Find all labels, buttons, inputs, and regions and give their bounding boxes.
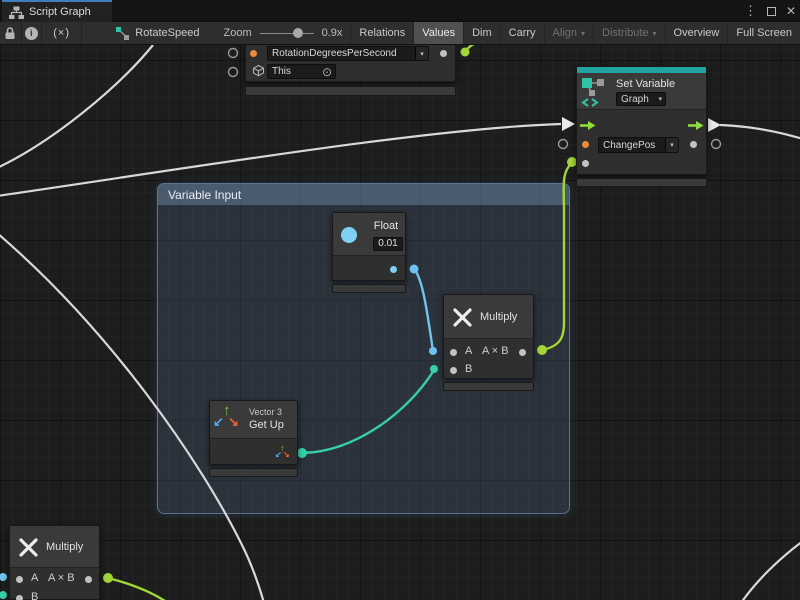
input-port-b[interactable] — [450, 367, 457, 374]
zoom-control: Zoom 0.9x — [223, 22, 342, 44]
down-left-arrow-icon: ↙ — [275, 450, 282, 459]
node-get-variable[interactable]: RotationDegreesPerSecond ▾ This ⊙ — [245, 45, 456, 82]
menu-kebab-icon[interactable]: ⋮ — [744, 3, 757, 19]
target-object-field[interactable]: This ⊙ — [267, 64, 336, 79]
node-footer — [209, 468, 298, 477]
set-variable-icon — [581, 76, 607, 107]
zoom-slider[interactable] — [260, 28, 314, 38]
port-b-label: B — [465, 363, 472, 375]
down-right-arrow-icon: ↘ — [283, 450, 290, 459]
zoom-label: Zoom — [223, 27, 251, 39]
output-port[interactable] — [519, 349, 526, 356]
type-label: Vector 3 — [249, 407, 282, 417]
graph-toolbar: i (×) RotateSpeed Zoom 0.9x Relations Va… — [0, 22, 800, 45]
lock-button[interactable] — [0, 22, 22, 44]
node-footer — [576, 178, 707, 187]
port-a-label: A — [465, 345, 472, 357]
graph-name: RotateSpeed — [135, 27, 199, 39]
input-port-a[interactable] — [450, 349, 457, 356]
target-object-value: This — [268, 66, 322, 77]
input-port-a[interactable] — [16, 576, 23, 583]
variable-kind-dot[interactable] — [582, 141, 589, 148]
node-title: Multiply — [480, 311, 517, 323]
info-icon: i — [25, 27, 38, 40]
multiply-icon — [18, 537, 39, 558]
view-buttons: Relations Values Dim Carry Align▾ Distri… — [350, 22, 800, 44]
zoom-value: 0.9x — [322, 27, 343, 39]
node-footer — [245, 86, 456, 96]
tab-bar: Script Graph ⋮ ✕ — [0, 0, 800, 22]
float-type-icon — [341, 227, 357, 243]
float-value-field[interactable]: 0.01 — [373, 237, 403, 251]
result-label: A × B — [48, 572, 75, 584]
port-a-label: A — [31, 572, 38, 584]
node-title: Get Up — [249, 419, 284, 431]
multiply-icon — [452, 307, 473, 328]
chevron-down-icon: ▾ — [658, 95, 665, 103]
button-relations[interactable]: Relations — [350, 22, 413, 44]
variable-name-dropdown[interactable]: ChangePos ▾ — [598, 137, 679, 153]
node-float-literal[interactable]: Float 0.01 — [332, 212, 406, 281]
tab-title: Script Graph — [29, 6, 91, 18]
group-header[interactable]: Variable Input — [158, 184, 569, 205]
variable-name: RotationDegreesPerSecond — [268, 48, 415, 59]
down-left-arrow-icon: ↙ — [213, 414, 224, 430]
button-dim[interactable]: Dim — [463, 22, 500, 44]
script-graph-window: Variable Input — [0, 0, 800, 600]
button-distribute[interactable]: Distribute▾ — [593, 22, 664, 44]
code-preview-button[interactable]: (×) — [42, 22, 82, 44]
script-graph-icon — [9, 6, 24, 19]
info-button[interactable]: i — [22, 22, 42, 44]
button-align[interactable]: Align▾ — [544, 22, 593, 44]
input-port-b[interactable] — [16, 595, 23, 600]
variable-name-dropdown[interactable]: RotationDegreesPerSecond ▾ — [267, 46, 429, 61]
node-title: Set Variable — [616, 78, 675, 90]
variable-scope-dropdown[interactable]: Graph ▾ — [616, 92, 666, 106]
down-right-arrow-icon: ↘ — [228, 414, 239, 430]
close-icon[interactable]: ✕ — [786, 4, 796, 18]
tab-script-graph[interactable]: Script Graph — [2, 0, 112, 22]
node-multiply[interactable]: Multiply A A × B B — [9, 525, 100, 600]
button-full-screen[interactable]: Full Screen — [727, 22, 800, 44]
result-label: A × B — [482, 345, 509, 357]
value-input-port[interactable] — [582, 160, 589, 167]
zoom-slider-handle[interactable] — [293, 28, 303, 38]
object-picker-icon[interactable]: ⊙ — [322, 65, 335, 79]
button-overview[interactable]: Overview — [665, 22, 728, 44]
group-title: Variable Input — [168, 188, 241, 202]
node-title: Float — [371, 220, 401, 232]
value-output-port[interactable] — [390, 266, 397, 273]
node-multiply[interactable]: Multiply A A × B B — [443, 294, 534, 379]
value-output-port[interactable] — [690, 141, 697, 148]
gameobject-cube-icon — [252, 64, 265, 77]
graph-breadcrumb[interactable]: RotateSpeed — [116, 22, 199, 44]
node-vector3-get-up[interactable]: ↑ ↙ ↘ Vector 3 Get Up ↑ ↙ ↘ — [209, 400, 298, 465]
chevron-down-icon: ▾ — [653, 29, 657, 38]
lock-icon — [4, 26, 16, 40]
variable-name: ChangePos — [599, 140, 665, 151]
scope-value: Graph — [617, 94, 658, 105]
node-title: Multiply — [46, 541, 83, 553]
chevron-down-icon[interactable]: ▾ — [665, 138, 678, 152]
value-output-port[interactable] — [440, 50, 447, 57]
node-footer — [332, 284, 406, 293]
zoom-slider-track[interactable] — [260, 33, 314, 34]
node-set-variable[interactable]: Set Variable Graph ▾ ChangePos ▾ — [576, 66, 707, 175]
maximize-icon[interactable] — [767, 7, 776, 16]
chevron-down-icon[interactable]: ▾ — [415, 47, 428, 60]
variable-kind-dot[interactable] — [250, 50, 257, 57]
port-b-label: B — [31, 591, 38, 600]
button-carry[interactable]: Carry — [500, 22, 544, 44]
flow-out-arrow-icon[interactable] — [688, 120, 704, 131]
vector3-icon: ↑ ↙ ↘ — [213, 403, 245, 435]
node-footer — [443, 382, 534, 391]
graph-reference-icon — [116, 27, 129, 40]
flow-in-arrow-icon[interactable] — [580, 120, 596, 131]
button-values[interactable]: Values — [413, 22, 463, 44]
output-port[interactable] — [85, 576, 92, 583]
vector3-output-port[interactable]: ↑ ↙ ↘ — [274, 444, 292, 462]
chevron-down-icon: ▾ — [581, 29, 585, 38]
